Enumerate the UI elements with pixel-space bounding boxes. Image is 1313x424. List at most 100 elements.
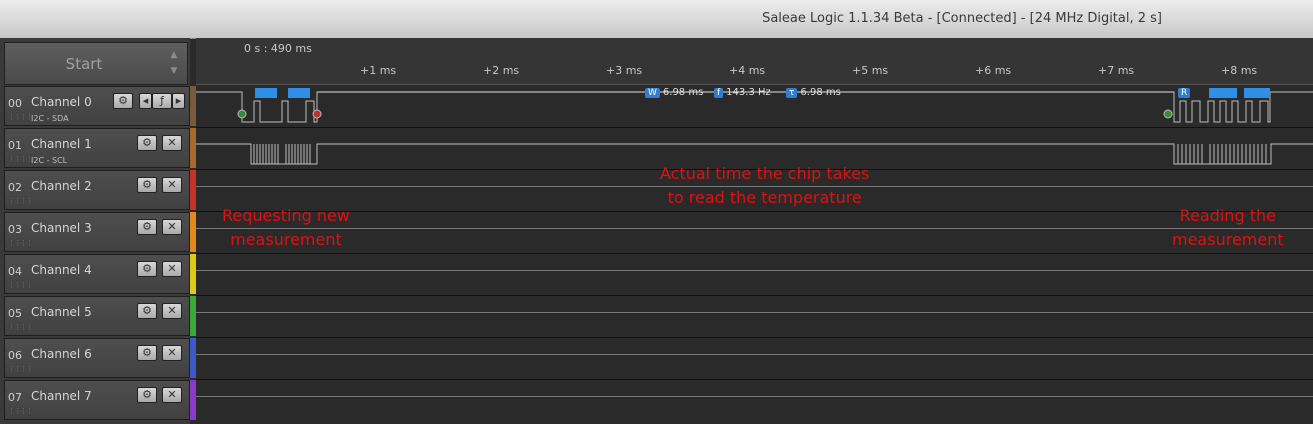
scl-clock-burst: [253, 144, 1267, 164]
channel-number: 06: [8, 349, 22, 362]
channel-3-trace: [196, 228, 1313, 229]
channel-row-3[interactable]: 03 ⋮⋮⋮⋮ Channel 3 ⚙ ✕: [4, 212, 190, 252]
read-marker: R: [1178, 87, 1193, 98]
gear-icon[interactable]: ⚙: [137, 387, 157, 403]
channel-subtitle: I2C - SCL: [31, 156, 68, 165]
window-title: Saleae Logic 1.1.34 Beta - [Connected] -…: [762, 11, 1162, 26]
gear-icon[interactable]: ⚙: [113, 93, 133, 109]
annotation-line: Actual time the chip takes: [660, 164, 870, 183]
close-icon[interactable]: ✕: [162, 261, 182, 277]
drag-grip-icon[interactable]: ⋮⋮⋮⋮: [8, 239, 33, 247]
row-separator: [196, 211, 1313, 212]
row-separator: [196, 337, 1313, 338]
drag-grip-icon[interactable]: ⋮⋮⋮⋮: [8, 155, 33, 163]
channel-number: 07: [8, 391, 22, 404]
start-button[interactable]: Start ▲ ▼: [4, 42, 188, 85]
channel-name[interactable]: Channel 5: [31, 305, 92, 319]
annotation-line: Requesting new: [222, 206, 350, 225]
start-arrows[interactable]: ▲ ▼: [165, 47, 183, 79]
channel-row-0[interactable]: 00 ⋮⋮⋮⋮ Channel 0 I2C - SDA ⚙ ◂ ƒ ▸: [4, 86, 190, 126]
trigger-edge-icon[interactable]: ƒ: [152, 93, 172, 109]
gear-icon[interactable]: ⚙: [137, 261, 157, 277]
frequency-measurement: f 143.3 Hz: [714, 87, 771, 98]
chevron-right-icon[interactable]: ▸: [172, 93, 185, 109]
channel-name[interactable]: Channel 3: [31, 221, 92, 235]
channel-color-bar: [190, 212, 196, 252]
annotation-line: Reading the: [1179, 206, 1276, 225]
scl-trace: [196, 143, 1313, 165]
channel-row-6[interactable]: 06 ⋮⋮⋮⋮ Channel 6 ⚙ ✕: [4, 338, 190, 378]
channel-number: 00: [8, 97, 22, 110]
i2c-decode-block[interactable]: [1244, 88, 1270, 98]
channel-number: 02: [8, 181, 22, 194]
channel-name[interactable]: Channel 1: [31, 137, 92, 151]
i2c-decode-block[interactable]: [255, 88, 277, 98]
close-icon[interactable]: ✕: [162, 135, 182, 151]
frequency-badge: f: [714, 88, 724, 98]
drag-grip-icon[interactable]: ⋮⋮⋮⋮: [8, 407, 33, 415]
annotation-reading: Reading the measurement: [1172, 204, 1284, 252]
channel-number: 01: [8, 139, 22, 152]
title-bar: Saleae Logic 1.1.34 Beta - [Connected] -…: [0, 0, 1313, 39]
channel-5-trace: [196, 312, 1313, 313]
gear-icon[interactable]: ⚙: [137, 177, 157, 193]
row-separator: [196, 295, 1313, 296]
drag-grip-icon[interactable]: ⋮⋮⋮⋮: [8, 365, 33, 373]
close-icon[interactable]: ✕: [162, 387, 182, 403]
close-icon[interactable]: ✕: [162, 219, 182, 235]
channel-name[interactable]: Channel 0: [31, 95, 92, 109]
gear-icon[interactable]: ⚙: [137, 135, 157, 151]
width-value: 6.98 ms: [662, 87, 704, 98]
chevron-left-icon[interactable]: ◂: [139, 93, 152, 109]
channel-row-5[interactable]: 05 ⋮⋮⋮⋮ Channel 5 ⚙ ✕: [4, 296, 190, 336]
channel-color-bar: [190, 296, 196, 336]
row-separator: [196, 379, 1313, 380]
drag-grip-icon[interactable]: ⋮⋮⋮⋮: [8, 197, 33, 205]
tick-label: +6 ms: [975, 64, 1012, 77]
gear-icon[interactable]: ⚙: [137, 345, 157, 361]
close-icon[interactable]: ✕: [162, 303, 182, 319]
channel-number: 03: [8, 223, 22, 236]
channel-name[interactable]: Channel 2: [31, 179, 92, 193]
channel-color-bar: [190, 338, 196, 378]
channel-number: 04: [8, 265, 22, 278]
channel-row-1[interactable]: 01 ⋮⋮⋮⋮ Channel 1 I2C - SCL ⚙ ✕: [4, 128, 190, 168]
start-marker: [1163, 109, 1173, 119]
row-separator: [196, 253, 1313, 254]
channel-name[interactable]: Channel 7: [31, 389, 92, 403]
drag-grip-icon[interactable]: ⋮⋮⋮⋮: [8, 281, 33, 289]
drag-grip-icon[interactable]: ⋮⋮⋮⋮: [8, 323, 33, 331]
read-badge: R: [1178, 88, 1191, 98]
period-measurement: τ 6.98 ms: [786, 87, 841, 98]
tick-label: +4 ms: [729, 64, 766, 77]
channel-6-trace: [196, 354, 1313, 355]
i2c-decode-block[interactable]: [288, 88, 310, 98]
annotation-request: Requesting new measurement: [222, 204, 350, 252]
start-marker: [237, 109, 247, 119]
tick-label: +1 ms: [360, 64, 397, 77]
period-value: 6.98 ms: [800, 87, 841, 98]
i2c-decode-block[interactable]: [1209, 88, 1237, 98]
gear-icon[interactable]: ⚙: [137, 303, 157, 319]
start-time-readout: 0 s : 490 ms: [244, 42, 312, 55]
frequency-value: 143.3 Hz: [726, 87, 771, 98]
tick-label: +8 ms: [1221, 64, 1258, 77]
annotation-line: to read the temperature: [667, 188, 862, 207]
channel-row-4[interactable]: 04 ⋮⋮⋮⋮ Channel 4 ⚙ ✕: [4, 254, 190, 294]
time-ruler[interactable]: [196, 38, 1313, 85]
close-icon[interactable]: ✕: [162, 345, 182, 361]
channel-color-bar: [190, 170, 196, 210]
gear-icon[interactable]: ⚙: [137, 219, 157, 235]
channel-row-2[interactable]: 02 ⋮⋮⋮⋮ Channel 2 ⚙ ✕: [4, 170, 190, 210]
width-measurement: W 6.98 ms: [645, 87, 703, 98]
stop-marker: [312, 109, 322, 119]
channel-name[interactable]: Channel 4: [31, 263, 92, 277]
drag-grip-icon[interactable]: ⋮⋮⋮⋮: [8, 113, 33, 121]
close-icon[interactable]: ✕: [162, 177, 182, 193]
tick-label: +2 ms: [483, 64, 520, 77]
annotation-line: measurement: [230, 230, 342, 249]
tick-label: +3 ms: [606, 64, 643, 77]
channel-row-7[interactable]: 07 ⋮⋮⋮⋮ Channel 7 ⚙ ✕: [4, 380, 190, 420]
channel-name[interactable]: Channel 6: [31, 347, 92, 361]
channel-subtitle: I2C - SDA: [31, 114, 69, 123]
